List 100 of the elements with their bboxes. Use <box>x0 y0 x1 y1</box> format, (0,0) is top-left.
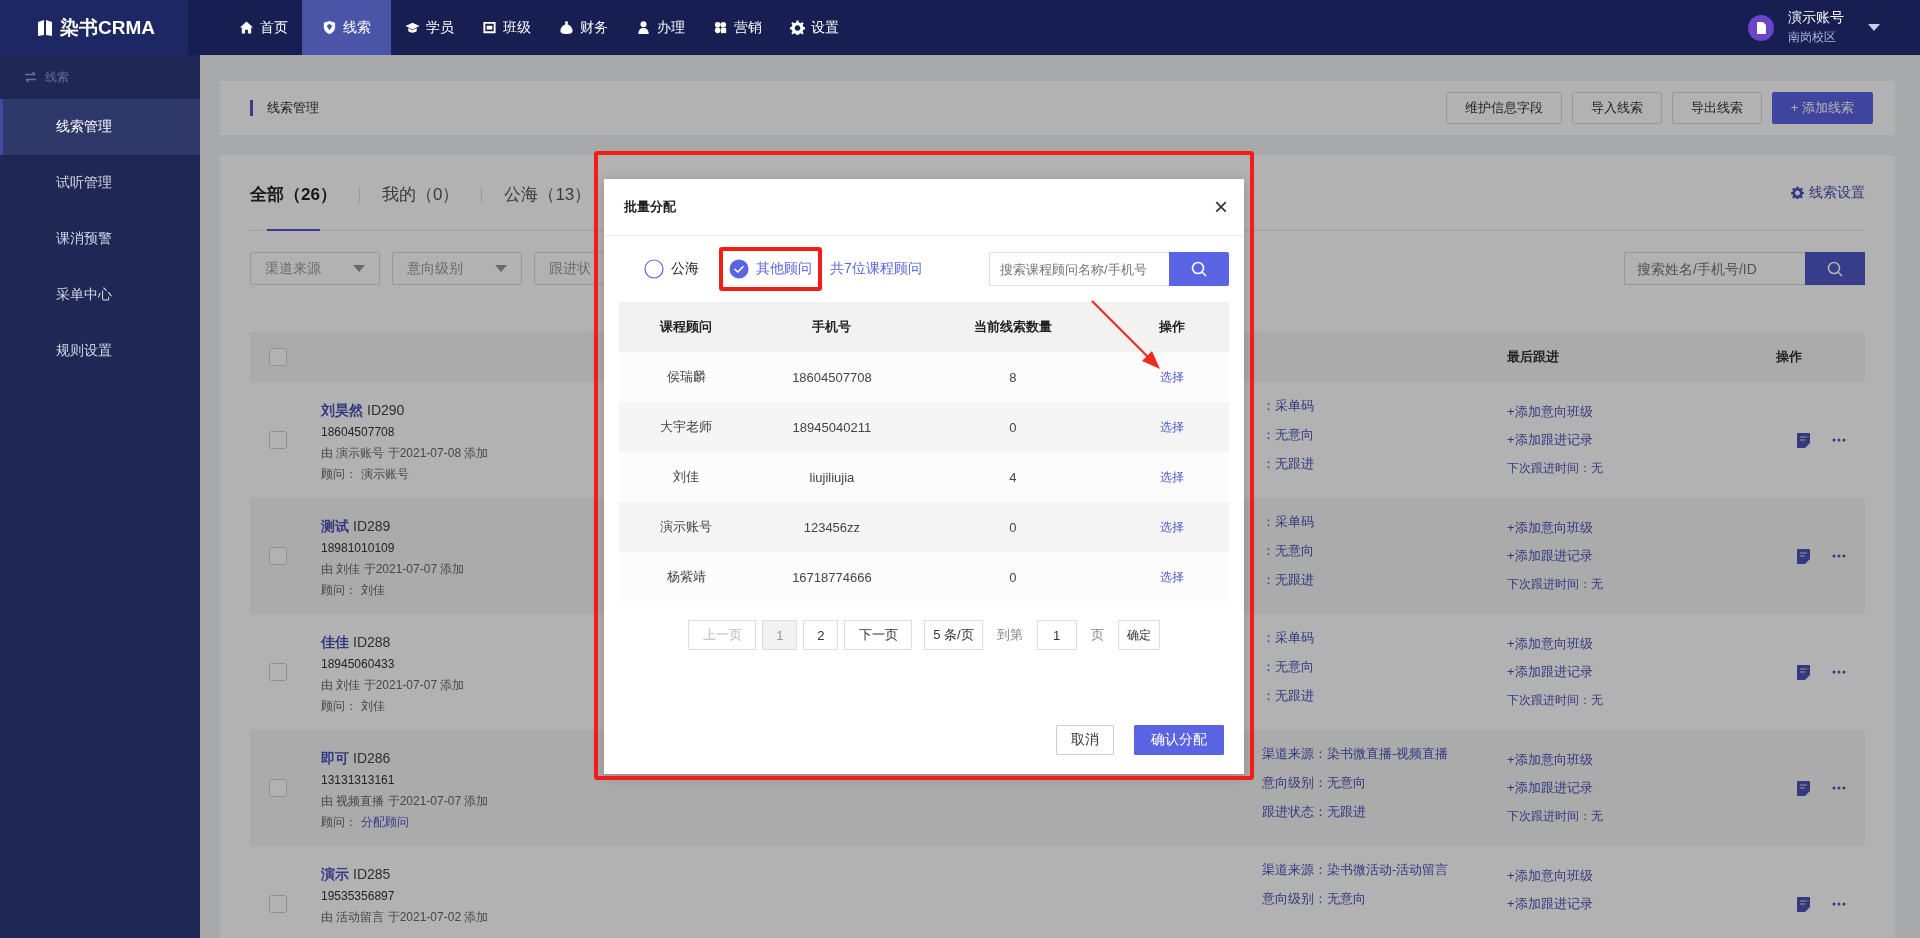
nav-tab[interactable]: 线索 <box>302 0 391 55</box>
more-icon[interactable] <box>1832 670 1846 674</box>
search-button[interactable] <box>1805 252 1865 285</box>
more-icon[interactable] <box>1832 554 1846 558</box>
add-link[interactable]: +添加意向班级 <box>1507 402 1593 422</box>
assign-advisor-link[interactable]: 分配顾问 <box>361 812 409 833</box>
sidebar-item[interactable]: 试听管理 <box>0 155 200 211</box>
table-cell-text: 大宇老师 <box>659 418 713 436</box>
logo-text: 染书CRMA <box>60 15 155 40</box>
checkbox[interactable] <box>269 663 287 681</box>
column-header: 课程顾问 <box>658 318 713 336</box>
option-label[interactable]: 其他顾问 <box>756 260 812 278</box>
next-follow-text: 下次跟进时间：无 <box>1507 808 1603 825</box>
caret-icon <box>353 265 365 272</box>
note-icon[interactable] <box>1797 664 1810 680</box>
more-icon[interactable] <box>1832 902 1846 906</box>
checkbox[interactable] <box>269 779 287 797</box>
table-cell-text: 123456zz <box>802 519 862 535</box>
page-input[interactable]: 1 <box>1036 620 1077 650</box>
nav-tab[interactable]: 学员 <box>391 0 468 55</box>
page-button[interactable]: 2 <box>803 620 839 650</box>
lead-id: ID285 <box>353 865 391 884</box>
note-icon[interactable] <box>1797 548 1810 564</box>
added-by-text: 由 活动留言 于2021-07-02 添加 <box>321 909 489 926</box>
checkbox[interactable] <box>269 547 287 565</box>
nav-tab[interactable]: 办理 <box>622 0 699 55</box>
add-link[interactable]: +添加意向班级 <box>1507 518 1593 538</box>
added-by-text: 由 刘佳 于2021-07-07 添加 <box>321 561 465 578</box>
lead-name[interactable]: 刘昊然 <box>321 398 363 422</box>
note-icon[interactable] <box>1797 432 1810 448</box>
tab[interactable]: 我的（0） <box>381 159 460 230</box>
tab[interactable]: 公海（13） <box>504 159 592 230</box>
settings-link[interactable]: 线索设置 <box>1791 183 1865 202</box>
select-link[interactable]: 选择 <box>1160 369 1184 384</box>
header-button[interactable]: 导入线索 <box>1571 92 1662 124</box>
caret-icon[interactable] <box>1868 23 1880 32</box>
column-header: 最后跟进 <box>1507 348 1560 366</box>
select-link[interactable]: 选择 <box>1160 569 1184 584</box>
select-link[interactable]: 选择 <box>1160 469 1184 484</box>
nav-tab[interactable]: 设置 <box>776 0 853 55</box>
user-avatar[interactable] <box>1748 14 1774 41</box>
page-size-select[interactable]: 5 条/页 <box>924 620 983 650</box>
lead-name[interactable]: 演示 <box>321 862 349 886</box>
sidebar-item[interactable]: 规则设置 <box>0 323 200 379</box>
goto-label: 到第 <box>996 626 1023 644</box>
note-icon[interactable] <box>1797 780 1810 796</box>
goto-button[interactable]: 确定 <box>1117 620 1160 650</box>
lead-id: ID290 <box>367 401 405 420</box>
option-label[interactable]: 公海 <box>671 260 699 278</box>
header-button[interactable]: + 添加线索 <box>1771 92 1873 124</box>
table-cell-text: 18604507708 <box>791 369 873 385</box>
add-link[interactable]: +添加跟进记录 <box>1507 894 1593 914</box>
header-button[interactable]: 导出线索 <box>1671 92 1762 124</box>
checkbox[interactable] <box>269 431 287 449</box>
close-button[interactable]: × <box>1214 195 1228 219</box>
add-link[interactable]: +添加跟进记录 <box>1507 778 1593 798</box>
lead-info-text: 意向级别：无意向 <box>1262 890 1366 908</box>
swap-icon <box>24 71 37 83</box>
lead-info-text: ：无意向 <box>1262 426 1314 444</box>
nav-tab[interactable]: 首页 <box>225 0 302 55</box>
select-link[interactable]: 选择 <box>1160 419 1184 434</box>
sidebar-item[interactable]: 采单中心 <box>0 267 200 323</box>
sidebar-item[interactable]: 线索管理 <box>0 99 200 155</box>
search-button[interactable] <box>1169 252 1229 286</box>
nav-tab[interactable]: 营销 <box>699 0 776 55</box>
lead-name[interactable]: 即可 <box>321 746 349 770</box>
added-by-text: 由 演示账号 于2021-07-08 添加 <box>321 445 489 462</box>
add-link[interactable]: +添加跟进记录 <box>1507 430 1593 450</box>
header-button[interactable]: 维护信息字段 <box>1445 92 1562 124</box>
more-icon[interactable] <box>1832 438 1846 442</box>
add-link[interactable]: +添加跟进记录 <box>1507 546 1593 566</box>
board-icon <box>482 20 497 35</box>
dialog-button[interactable]: 取消 <box>1056 725 1114 755</box>
lead-name[interactable]: 测试 <box>321 514 349 538</box>
radio-button[interactable] <box>729 259 749 279</box>
checkbox[interactable] <box>269 895 287 913</box>
nav-tab[interactable]: 班级 <box>468 0 545 55</box>
gear-icon <box>1791 186 1804 199</box>
radio-button[interactable] <box>644 259 664 279</box>
select-link[interactable]: 选择 <box>1160 519 1184 534</box>
add-link[interactable]: +添加意向班级 <box>1507 866 1593 886</box>
next-page-button[interactable]: 下一页 <box>844 620 913 650</box>
nav-tab[interactable]: 财务 <box>545 0 622 55</box>
sidebar-item[interactable]: 课消预警 <box>0 211 200 267</box>
phone-number: 18981010109 <box>321 540 395 557</box>
checkbox[interactable] <box>269 348 287 366</box>
phone-number: 18604507708 <box>321 424 395 441</box>
add-link[interactable]: +添加意向班级 <box>1507 634 1593 654</box>
add-link[interactable]: +添加跟进记录 <box>1507 662 1593 682</box>
table-cell-text: 0 <box>1008 419 1018 435</box>
dialog-button[interactable]: 确认分配 <box>1134 725 1224 755</box>
add-link[interactable]: +添加意向班级 <box>1507 750 1593 770</box>
more-icon[interactable] <box>1832 786 1846 790</box>
search-field[interactable]: 搜索姓名/手机号/ID <box>1624 252 1805 285</box>
next-follow-text: 下次跟进时间：无 <box>1507 692 1603 709</box>
tab[interactable]: 全部（26） <box>250 159 337 230</box>
lead-info-text: ：无跟进 <box>1262 455 1314 473</box>
search-field[interactable]: 搜索课程顾问名称/手机号 <box>989 252 1169 286</box>
lead-name[interactable]: 佳佳 <box>321 630 349 654</box>
note-icon[interactable] <box>1797 896 1810 912</box>
